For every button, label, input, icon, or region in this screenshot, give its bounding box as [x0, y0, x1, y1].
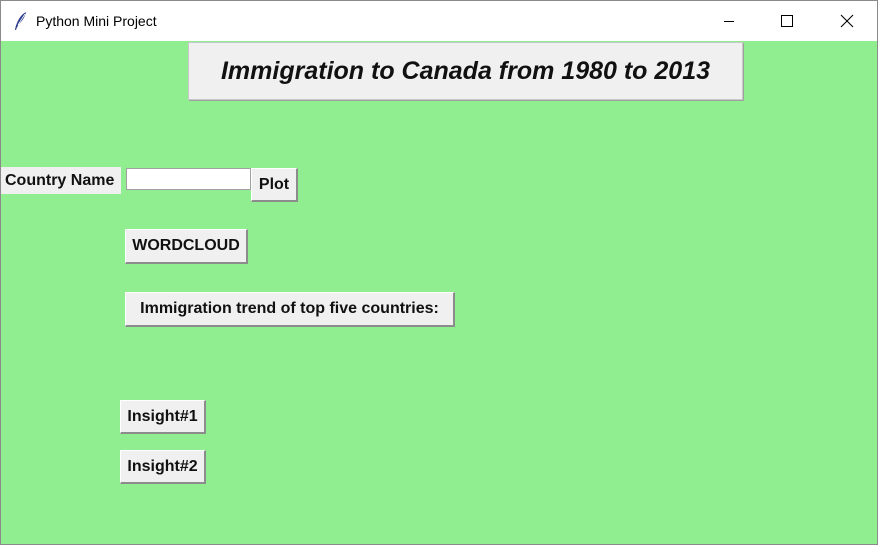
- client-area: Immigration to Canada from 1980 to 2013 …: [1, 41, 877, 544]
- title-bar[interactable]: Python Mini Project: [1, 1, 877, 41]
- close-button[interactable]: [818, 1, 876, 41]
- maximize-icon: [781, 15, 793, 27]
- minimize-button[interactable]: [700, 1, 758, 41]
- window-title: Python Mini Project: [36, 13, 157, 29]
- insight-2-button[interactable]: Insight#2: [120, 450, 206, 484]
- wordcloud-button[interactable]: WORDCLOUD: [125, 229, 248, 264]
- close-icon: [840, 14, 854, 28]
- page-title: Immigration to Canada from 1980 to 2013: [188, 42, 743, 100]
- maximize-button[interactable]: [758, 1, 816, 41]
- country-name-label: Country Name: [1, 167, 121, 194]
- country-name-input[interactable]: [126, 168, 251, 190]
- top-five-trend-button[interactable]: Immigration trend of top five countries:: [125, 292, 455, 327]
- app-window: Python Mini Project Immigration to Canad…: [0, 0, 878, 545]
- plot-button[interactable]: Plot: [251, 168, 298, 202]
- minimize-icon: [723, 15, 735, 27]
- insight-1-button[interactable]: Insight#1: [120, 400, 206, 434]
- tk-feather-icon: [13, 11, 29, 31]
